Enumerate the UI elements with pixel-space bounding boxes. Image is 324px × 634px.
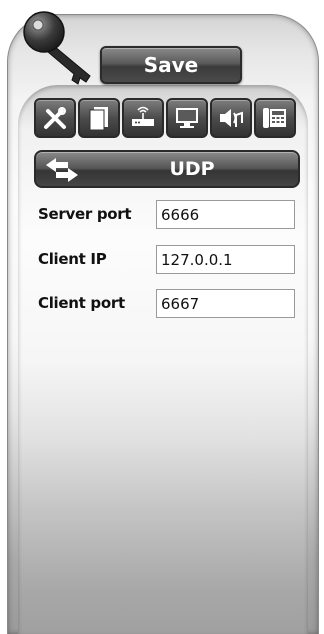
server-port-input[interactable] [156,200,295,229]
toolbar-phone-button[interactable] [254,98,296,138]
toolbar-documents-button[interactable] [78,98,120,138]
toolbar-router-button[interactable] [122,98,164,138]
phone-icon [263,108,286,128]
audio-icon [220,109,243,127]
server-port-row: Server port [38,200,300,230]
router-icon [132,106,154,126]
client-ip-label: Client IP [38,250,107,268]
bidirectional-arrow-icon [46,158,78,182]
protocol-selector[interactable]: UDP [34,150,300,188]
toolbar-audio-button[interactable] [210,98,252,138]
toolbar-tools-button[interactable] [34,98,76,138]
client-port-input[interactable] [156,289,295,318]
client-ip-input[interactable] [156,245,295,274]
client-port-label: Client port [38,294,125,312]
documents-icon [89,107,108,131]
key-icon [23,11,91,85]
save-button-label: Save [143,53,199,77]
client-ip-row: Client IP [38,245,300,275]
monitor-icon [176,108,198,128]
save-button[interactable]: Save [100,46,242,84]
client-port-row: Client port [38,289,300,319]
server-port-label: Server port [38,205,132,223]
tools-icon [44,107,66,129]
toolbar-monitor-button[interactable] [166,98,208,138]
protocol-label: UDP [169,158,215,180]
toolbar [34,98,302,140]
